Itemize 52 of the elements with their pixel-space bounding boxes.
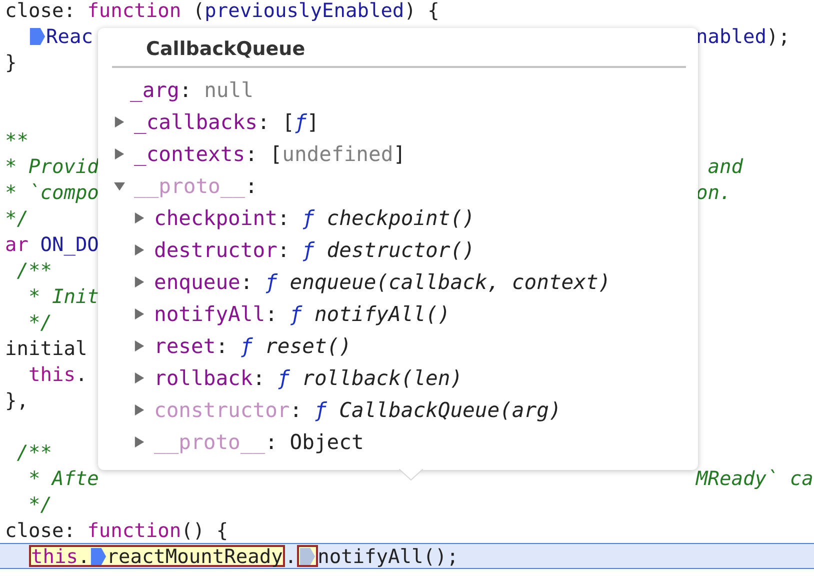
- expand-triangle-icon[interactable]: [134, 308, 145, 320]
- expand-triangle-icon[interactable]: [134, 276, 145, 288]
- code-text: ar ON_DO: [5, 232, 99, 256]
- property-text: notifyAll: ƒ notifyAll(): [154, 302, 450, 326]
- code-text: on.: [696, 180, 732, 204]
- expand-triangle-icon[interactable]: [134, 212, 145, 224]
- property-text: constructor: ƒ CallbackQueue(arg): [154, 398, 562, 422]
- property-text: __proto__:: [134, 174, 258, 198]
- code-text: * Afte: [27, 466, 99, 490]
- code-text: * `compo: [5, 180, 99, 204]
- property-text: enqueue: ƒ enqueue(callback, context): [154, 270, 611, 294]
- property-text: reset: ƒ reset(): [154, 334, 352, 358]
- property-text: _callbacks: [ƒ]: [134, 110, 320, 134]
- expand-triangle-icon[interactable]: [134, 340, 145, 352]
- popover-title: CallbackQueue: [145, 37, 306, 62]
- property-text: _arg: null: [130, 78, 254, 102]
- breakpoint-icon[interactable]: [90, 546, 107, 566]
- breakpoint-icon[interactable]: [29, 26, 46, 46]
- code-text: MReady` ca: [696, 466, 814, 490]
- code-text: reactMountReady: [106, 544, 283, 568]
- code-text: }: [5, 50, 17, 74]
- code-text: this.: [27, 362, 88, 386]
- code-text: close: function (previouslyEnabled) {: [5, 0, 440, 22]
- property-text: _contexts: [undefined]: [134, 142, 406, 166]
- expand-triangle-icon[interactable]: [114, 116, 125, 128]
- code-text: notifyAll();: [318, 544, 458, 568]
- property-text: __proto__: Object: [154, 430, 364, 454]
- code-text: * Init: [27, 284, 99, 308]
- code-text: */: [27, 310, 52, 334]
- code-text: and: [706, 154, 743, 178]
- property-text: checkpoint: ƒ checkpoint(): [154, 206, 475, 230]
- code-text: this.: [31, 544, 90, 568]
- expand-triangle-icon[interactable]: [134, 372, 145, 384]
- code-text: /**: [16, 440, 52, 464]
- code-text: },: [5, 388, 28, 412]
- code-text: .: [284, 544, 297, 568]
- code-text: * Provid: [5, 154, 99, 178]
- expand-triangle-icon[interactable]: [114, 148, 125, 160]
- expand-triangle-icon[interactable]: [134, 404, 145, 416]
- code-text: initial: [5, 336, 88, 360]
- code-text: */: [27, 492, 52, 516]
- code-text: */: [5, 206, 28, 230]
- code-text: /**: [16, 258, 52, 282]
- expand-triangle-icon[interactable]: [134, 244, 145, 256]
- property-text: destructor: ƒ destructor(): [154, 238, 475, 262]
- collapse-triangle-icon[interactable]: [114, 180, 125, 192]
- code-text: close: function() {: [5, 518, 228, 542]
- code-text: nabled);: [696, 24, 790, 48]
- code-text: **: [5, 128, 28, 152]
- code-text: Reac: [46, 24, 93, 48]
- property-text: rollback: ƒ rollback(len): [154, 366, 463, 390]
- expand-triangle-icon[interactable]: [134, 436, 145, 448]
